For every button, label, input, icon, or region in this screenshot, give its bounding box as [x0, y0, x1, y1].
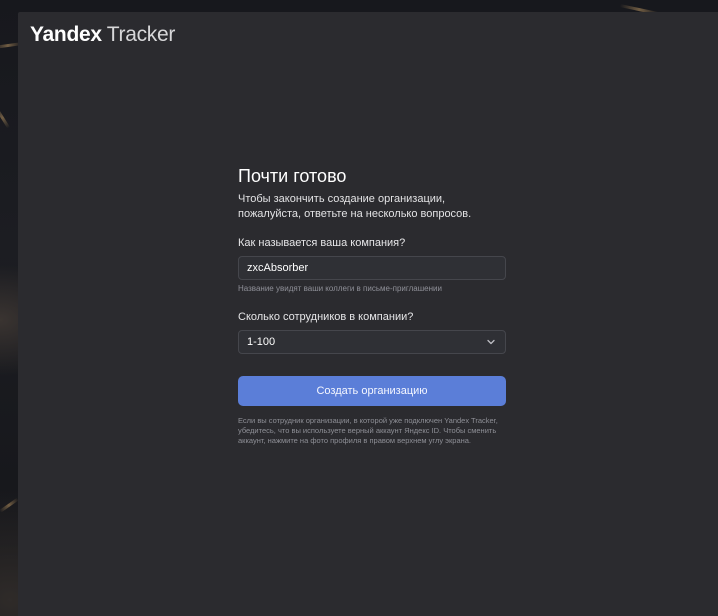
page-title: Почти готово — [238, 166, 347, 186]
signup-panel: Yandex Tracker Почти готово Чтобы закончи… — [18, 12, 718, 616]
company-name-input[interactable] — [238, 256, 506, 280]
employees-count-label: Сколько сотрудников в компании? — [238, 311, 414, 323]
company-name-label: Как называется ваша компания? — [238, 237, 406, 249]
brand-yandex: Yandex — [30, 23, 102, 46]
company-name-hint: Название увидят ваши коллеги в письме-пр… — [238, 284, 442, 293]
employees-count-value: 1-100 — [247, 336, 276, 348]
brand-logo: Yandex Tracker — [30, 22, 175, 48]
page-subtitle: Чтобы закончить создание организации, по… — [238, 193, 472, 220]
account-note: Если вы сотрудник организации, в которой… — [238, 416, 498, 445]
chevron-down-icon — [485, 336, 497, 348]
employees-count-select[interactable]: 1-100 — [238, 330, 506, 354]
brand-product: Tracker — [106, 23, 176, 46]
create-organization-button[interactable]: Создать организацию — [238, 376, 506, 406]
organization-form: Почти готово Чтобы закончить создание ор… — [238, 164, 506, 446]
